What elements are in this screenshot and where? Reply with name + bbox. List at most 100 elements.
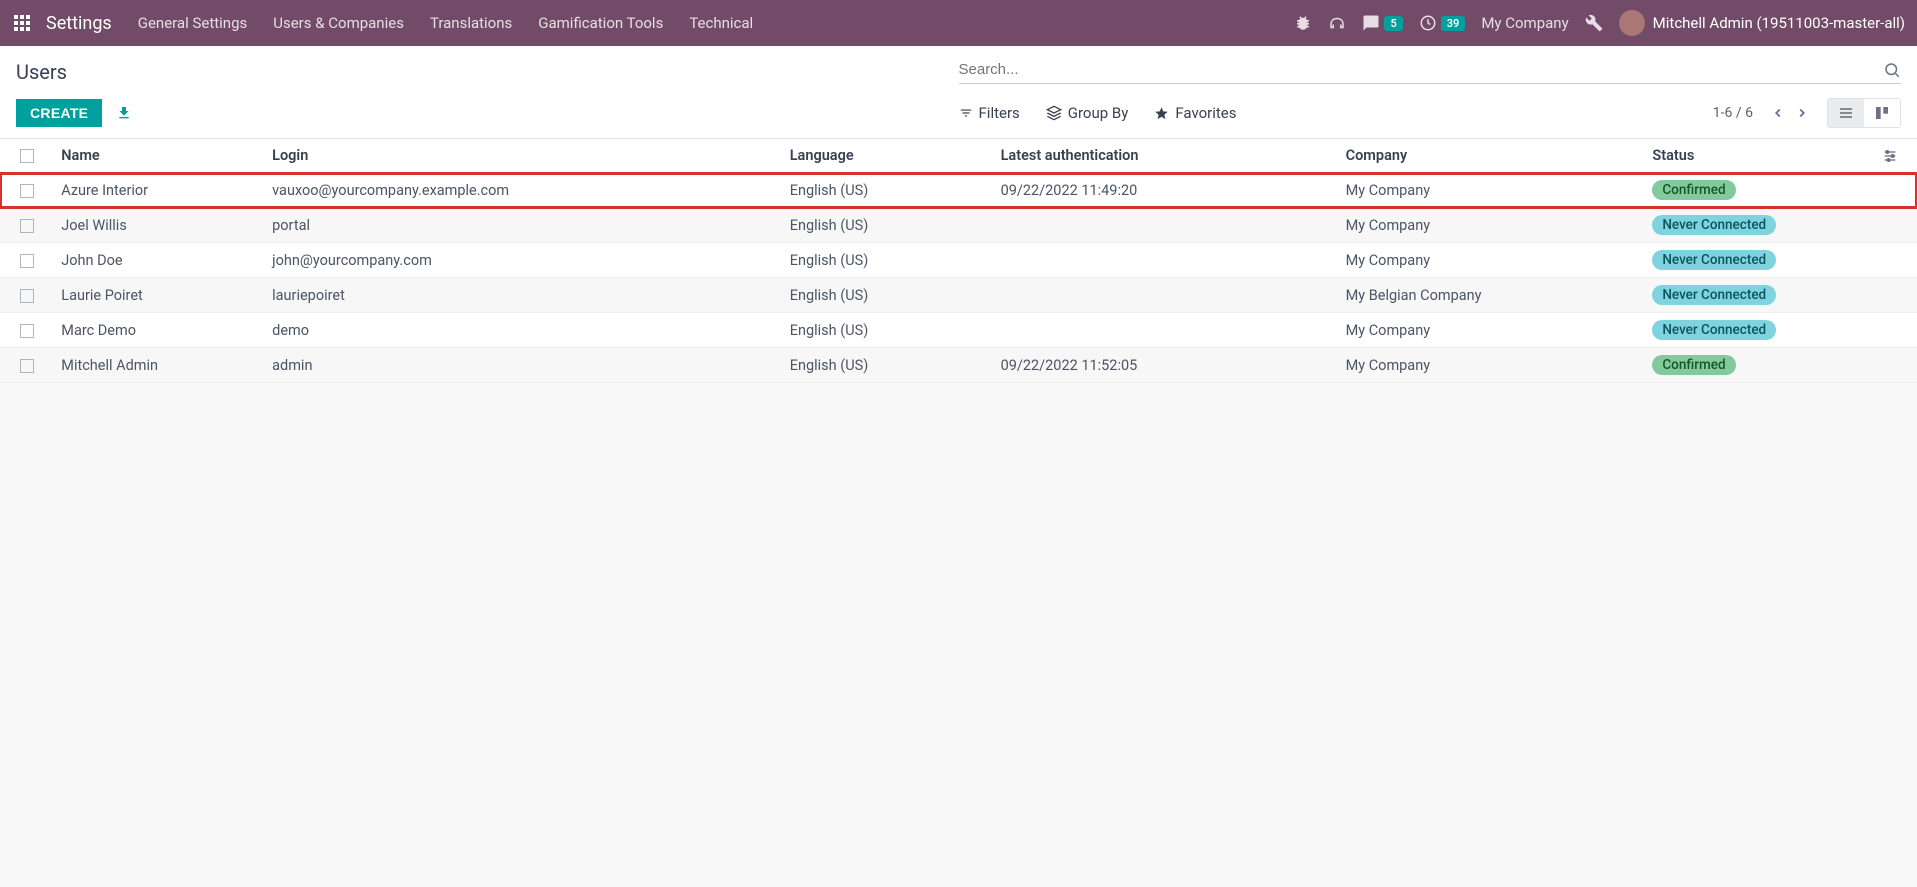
cell-opt xyxy=(1874,278,1917,313)
pager-text[interactable]: 1-6 / 6 xyxy=(1713,105,1753,121)
cell-language: English (US) xyxy=(782,313,993,348)
status-badge: Never Connected xyxy=(1652,250,1776,270)
cell-company: My Belgian Company xyxy=(1338,278,1645,313)
filters-label: Filters xyxy=(979,104,1020,122)
col-header-company[interactable]: Company xyxy=(1338,139,1645,173)
company-label: My Company xyxy=(1481,14,1568,32)
status-badge: Never Connected xyxy=(1652,320,1776,340)
cell-language: English (US) xyxy=(782,348,993,383)
messages-icon[interactable]: 5 xyxy=(1362,14,1402,32)
cell-company: My Company xyxy=(1338,173,1645,208)
cell-company: My Company xyxy=(1338,243,1645,278)
cell-status: Never Connected xyxy=(1644,208,1874,243)
filters-button[interactable]: Filters xyxy=(959,104,1020,122)
view-kanban[interactable] xyxy=(1864,99,1900,127)
cell-status: Confirmed xyxy=(1644,173,1874,208)
col-header-login[interactable]: Login xyxy=(264,139,782,173)
col-header-latest-auth[interactable]: Latest authentication xyxy=(993,139,1338,173)
cell-opt xyxy=(1874,173,1917,208)
col-options[interactable] xyxy=(1874,139,1917,173)
row-checkbox[interactable] xyxy=(20,359,34,373)
col-header-language[interactable]: Language xyxy=(782,139,993,173)
row-checkbox[interactable] xyxy=(20,219,34,233)
groupby-label: Group By xyxy=(1068,104,1129,122)
company-switcher[interactable]: My Company xyxy=(1481,14,1568,32)
cell-name: Laurie Poiret xyxy=(53,278,264,313)
cell-name: Marc Demo xyxy=(53,313,264,348)
cell-name: John Doe xyxy=(53,243,264,278)
app-brand[interactable]: Settings xyxy=(46,13,112,34)
cell-status: Never Connected xyxy=(1644,313,1874,348)
cell-login: admin xyxy=(264,348,782,383)
cell-latest-auth: 09/22/2022 11:49:20 xyxy=(993,173,1338,208)
avatar xyxy=(1619,10,1645,36)
support-icon[interactable] xyxy=(1328,14,1346,32)
activities-icon[interactable]: 39 xyxy=(1419,14,1466,32)
table-row[interactable]: John Doejohn@yourcompany.comEnglish (US)… xyxy=(0,243,1917,278)
cell-status: Confirmed xyxy=(1644,348,1874,383)
table-row[interactable]: Mitchell AdminadminEnglish (US)09/22/202… xyxy=(0,348,1917,383)
cell-login: vauxoo@yourcompany.example.com xyxy=(264,173,782,208)
menu-general-settings[interactable]: General Settings xyxy=(138,14,248,32)
activities-count: 39 xyxy=(1441,16,1466,31)
debug-icon[interactable] xyxy=(1294,14,1312,32)
favorites-label: Favorites xyxy=(1175,104,1236,122)
cell-latest-auth xyxy=(993,208,1338,243)
tools-icon[interactable] xyxy=(1585,14,1603,32)
cell-company: My Company xyxy=(1338,348,1645,383)
control-panel: Users CREATE Filters Group By xyxy=(0,46,1917,139)
cell-latest-auth xyxy=(993,278,1338,313)
cell-name: Mitchell Admin xyxy=(53,348,264,383)
nav-menu: General Settings Users & Companies Trans… xyxy=(138,14,1287,32)
cell-language: English (US) xyxy=(782,278,993,313)
col-header-name[interactable]: Name xyxy=(53,139,264,173)
view-list[interactable] xyxy=(1828,99,1864,127)
messages-count: 5 xyxy=(1384,16,1402,31)
breadcrumb: Users xyxy=(16,60,959,84)
table-row[interactable]: Marc DemodemoEnglish (US) My Company Never… xyxy=(0,313,1917,348)
cell-login: demo xyxy=(264,313,782,348)
status-badge: Never Connected xyxy=(1652,285,1776,305)
menu-translations[interactable]: Translations xyxy=(430,14,512,32)
search-icon[interactable] xyxy=(1883,61,1901,79)
row-checkbox[interactable] xyxy=(20,254,34,268)
table-row[interactable]: Laurie PoiretlauriepoiretEnglish (US) My … xyxy=(0,278,1917,313)
pager-prev[interactable] xyxy=(1767,104,1789,122)
menu-users-companies[interactable]: Users & Companies xyxy=(273,14,404,32)
view-switcher xyxy=(1827,98,1901,128)
cell-login: lauriepoiret xyxy=(264,278,782,313)
table-row[interactable]: Joel WillisportalEnglish (US)My CompanyN… xyxy=(0,208,1917,243)
cell-opt xyxy=(1874,243,1917,278)
cell-status: Never Connected xyxy=(1644,278,1874,313)
cell-company: My Company xyxy=(1338,313,1645,348)
cell-name: Joel Willis xyxy=(53,208,264,243)
cell-latest-auth xyxy=(993,243,1338,278)
row-checkbox[interactable] xyxy=(20,184,34,198)
table-row[interactable]: Azure Interiorvauxoo@yourcompany.example… xyxy=(0,173,1917,208)
cell-login: portal xyxy=(264,208,782,243)
cell-status: Never Connected xyxy=(1644,243,1874,278)
import-icon[interactable] xyxy=(116,105,132,121)
cell-company: My Company xyxy=(1338,208,1645,243)
cell-language: English (US) xyxy=(782,243,993,278)
col-header-status[interactable]: Status xyxy=(1644,139,1874,173)
row-checkbox[interactable] xyxy=(20,289,34,303)
create-button[interactable]: CREATE xyxy=(16,99,102,127)
row-checkbox[interactable] xyxy=(20,324,34,338)
apps-icon[interactable] xyxy=(12,13,32,33)
status-badge: Confirmed xyxy=(1652,180,1735,200)
search-input[interactable] xyxy=(959,61,1884,78)
user-menu[interactable]: Mitchell Admin (19511003-master-all) xyxy=(1619,10,1905,36)
menu-gamification-tools[interactable]: Gamification Tools xyxy=(538,14,663,32)
search-bar[interactable] xyxy=(959,61,1902,84)
cell-opt xyxy=(1874,313,1917,348)
select-all-checkbox[interactable] xyxy=(20,149,34,163)
groupby-button[interactable]: Group By xyxy=(1046,104,1129,122)
menu-technical[interactable]: Technical xyxy=(689,14,753,32)
status-badge: Never Connected xyxy=(1652,215,1776,235)
pager-next[interactable] xyxy=(1791,104,1813,122)
favorites-button[interactable]: Favorites xyxy=(1154,104,1236,122)
users-table: Name Login Language Latest authenticatio… xyxy=(0,139,1917,383)
cell-latest-auth xyxy=(993,313,1338,348)
user-display: Mitchell Admin (19511003-master-all) xyxy=(1653,14,1905,32)
